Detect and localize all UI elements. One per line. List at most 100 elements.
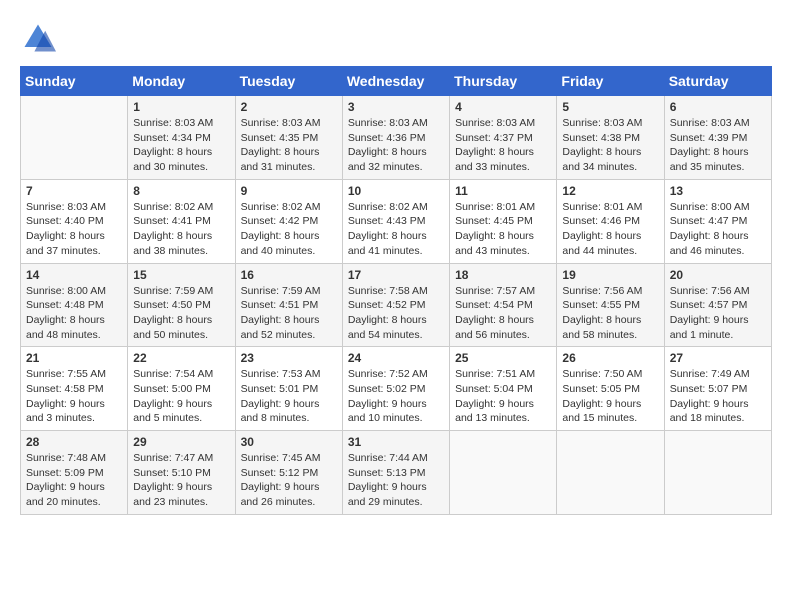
- day-header-wednesday: Wednesday: [342, 67, 449, 96]
- day-cell: 6 Sunrise: 8:03 AM Sunset: 4:39 PM Dayli…: [664, 96, 771, 180]
- day-cell: 21 Sunrise: 7:55 AM Sunset: 4:58 PM Dayl…: [21, 347, 128, 431]
- sunrise: Sunrise: 7:56 AM: [562, 285, 642, 297]
- day-info: Sunrise: 8:00 AM Sunset: 4:48 PM Dayligh…: [26, 284, 122, 343]
- day-cell: [450, 431, 557, 515]
- sunrise: Sunrise: 8:00 AM: [26, 285, 106, 297]
- day-cell: [21, 96, 128, 180]
- day-number: 5: [562, 100, 658, 114]
- day-info: Sunrise: 8:03 AM Sunset: 4:34 PM Dayligh…: [133, 116, 229, 175]
- day-cell: 31 Sunrise: 7:44 AM Sunset: 5:13 PM Dayl…: [342, 431, 449, 515]
- day-cell: 23 Sunrise: 7:53 AM Sunset: 5:01 PM Dayl…: [235, 347, 342, 431]
- day-info: Sunrise: 7:49 AM Sunset: 5:07 PM Dayligh…: [670, 367, 766, 426]
- week-row-4: 21 Sunrise: 7:55 AM Sunset: 4:58 PM Dayl…: [21, 347, 772, 431]
- day-cell: [664, 431, 771, 515]
- sunrise: Sunrise: 8:03 AM: [562, 117, 642, 129]
- sunset: Sunset: 4:50 PM: [133, 299, 211, 311]
- sunset: Sunset: 4:38 PM: [562, 132, 640, 144]
- sunrise: Sunrise: 8:03 AM: [241, 117, 321, 129]
- sunrise: Sunrise: 7:59 AM: [241, 285, 321, 297]
- day-number: 15: [133, 268, 229, 282]
- sunset: Sunset: 5:02 PM: [348, 383, 426, 395]
- sunrise: Sunrise: 8:03 AM: [26, 201, 106, 213]
- day-number: 25: [455, 351, 551, 365]
- week-row-2: 7 Sunrise: 8:03 AM Sunset: 4:40 PM Dayli…: [21, 179, 772, 263]
- day-info: Sunrise: 8:03 AM Sunset: 4:39 PM Dayligh…: [670, 116, 766, 175]
- day-number: 18: [455, 268, 551, 282]
- sunrise: Sunrise: 8:02 AM: [241, 201, 321, 213]
- day-number: 22: [133, 351, 229, 365]
- day-number: 6: [670, 100, 766, 114]
- logo-icon: [20, 20, 56, 56]
- day-cell: 16 Sunrise: 7:59 AM Sunset: 4:51 PM Dayl…: [235, 263, 342, 347]
- sunrise: Sunrise: 7:50 AM: [562, 368, 642, 380]
- day-info: Sunrise: 8:03 AM Sunset: 4:37 PM Dayligh…: [455, 116, 551, 175]
- sunset: Sunset: 4:46 PM: [562, 215, 640, 227]
- daylight: Daylight: 9 hours and 10 minutes.: [348, 398, 427, 425]
- day-number: 17: [348, 268, 444, 282]
- sunrise: Sunrise: 7:59 AM: [133, 285, 213, 297]
- sunrise: Sunrise: 7:56 AM: [670, 285, 750, 297]
- day-info: Sunrise: 8:03 AM Sunset: 4:40 PM Dayligh…: [26, 200, 122, 259]
- sunset: Sunset: 5:13 PM: [348, 467, 426, 479]
- sunset: Sunset: 5:01 PM: [241, 383, 319, 395]
- day-info: Sunrise: 8:02 AM Sunset: 4:43 PM Dayligh…: [348, 200, 444, 259]
- day-info: Sunrise: 8:03 AM Sunset: 4:35 PM Dayligh…: [241, 116, 337, 175]
- day-header-saturday: Saturday: [664, 67, 771, 96]
- day-info: Sunrise: 7:44 AM Sunset: 5:13 PM Dayligh…: [348, 451, 444, 510]
- daylight: Daylight: 9 hours and 13 minutes.: [455, 398, 534, 425]
- day-number: 27: [670, 351, 766, 365]
- sunset: Sunset: 5:04 PM: [455, 383, 533, 395]
- sunset: Sunset: 4:48 PM: [26, 299, 104, 311]
- sunrise: Sunrise: 8:01 AM: [562, 201, 642, 213]
- daylight: Daylight: 8 hours and 48 minutes.: [26, 314, 105, 341]
- day-info: Sunrise: 8:03 AM Sunset: 4:36 PM Dayligh…: [348, 116, 444, 175]
- day-number: 8: [133, 184, 229, 198]
- daylight: Daylight: 8 hours and 50 minutes.: [133, 314, 212, 341]
- day-info: Sunrise: 7:56 AM Sunset: 4:55 PM Dayligh…: [562, 284, 658, 343]
- day-cell: 11 Sunrise: 8:01 AM Sunset: 4:45 PM Dayl…: [450, 179, 557, 263]
- day-number: 2: [241, 100, 337, 114]
- day-number: 29: [133, 435, 229, 449]
- daylight: Daylight: 9 hours and 23 minutes.: [133, 481, 212, 508]
- sunrise: Sunrise: 7:47 AM: [133, 452, 213, 464]
- daylight: Daylight: 8 hours and 46 minutes.: [670, 230, 749, 257]
- day-info: Sunrise: 8:01 AM Sunset: 4:46 PM Dayligh…: [562, 200, 658, 259]
- day-cell: 29 Sunrise: 7:47 AM Sunset: 5:10 PM Dayl…: [128, 431, 235, 515]
- day-number: 13: [670, 184, 766, 198]
- sunset: Sunset: 5:09 PM: [26, 467, 104, 479]
- day-cell: 19 Sunrise: 7:56 AM Sunset: 4:55 PM Dayl…: [557, 263, 664, 347]
- day-cell: [557, 431, 664, 515]
- day-cell: 22 Sunrise: 7:54 AM Sunset: 5:00 PM Dayl…: [128, 347, 235, 431]
- sunset: Sunset: 5:10 PM: [133, 467, 211, 479]
- sunrise: Sunrise: 8:03 AM: [348, 117, 428, 129]
- sunrise: Sunrise: 7:58 AM: [348, 285, 428, 297]
- daylight: Daylight: 9 hours and 20 minutes.: [26, 481, 105, 508]
- daylight: Daylight: 8 hours and 37 minutes.: [26, 230, 105, 257]
- sunset: Sunset: 5:05 PM: [562, 383, 640, 395]
- day-number: 21: [26, 351, 122, 365]
- sunrise: Sunrise: 8:03 AM: [455, 117, 535, 129]
- week-row-1: 1 Sunrise: 8:03 AM Sunset: 4:34 PM Dayli…: [21, 96, 772, 180]
- day-cell: 8 Sunrise: 8:02 AM Sunset: 4:41 PM Dayli…: [128, 179, 235, 263]
- sunset: Sunset: 4:43 PM: [348, 215, 426, 227]
- day-cell: 26 Sunrise: 7:50 AM Sunset: 5:05 PM Dayl…: [557, 347, 664, 431]
- week-row-3: 14 Sunrise: 8:00 AM Sunset: 4:48 PM Dayl…: [21, 263, 772, 347]
- day-number: 12: [562, 184, 658, 198]
- day-cell: 2 Sunrise: 8:03 AM Sunset: 4:35 PM Dayli…: [235, 96, 342, 180]
- sunrise: Sunrise: 8:02 AM: [348, 201, 428, 213]
- daylight: Daylight: 8 hours and 58 minutes.: [562, 314, 641, 341]
- daylight: Daylight: 8 hours and 56 minutes.: [455, 314, 534, 341]
- day-number: 10: [348, 184, 444, 198]
- day-cell: 14 Sunrise: 8:00 AM Sunset: 4:48 PM Dayl…: [21, 263, 128, 347]
- daylight: Daylight: 8 hours and 38 minutes.: [133, 230, 212, 257]
- daylight: Daylight: 8 hours and 40 minutes.: [241, 230, 320, 257]
- calendar-table: SundayMondayTuesdayWednesdayThursdayFrid…: [20, 66, 772, 515]
- header-row: SundayMondayTuesdayWednesdayThursdayFrid…: [21, 67, 772, 96]
- day-info: Sunrise: 7:57 AM Sunset: 4:54 PM Dayligh…: [455, 284, 551, 343]
- week-row-5: 28 Sunrise: 7:48 AM Sunset: 5:09 PM Dayl…: [21, 431, 772, 515]
- day-cell: 20 Sunrise: 7:56 AM Sunset: 4:57 PM Dayl…: [664, 263, 771, 347]
- day-number: 14: [26, 268, 122, 282]
- sunset: Sunset: 4:41 PM: [133, 215, 211, 227]
- day-info: Sunrise: 7:59 AM Sunset: 4:51 PM Dayligh…: [241, 284, 337, 343]
- sunset: Sunset: 5:00 PM: [133, 383, 211, 395]
